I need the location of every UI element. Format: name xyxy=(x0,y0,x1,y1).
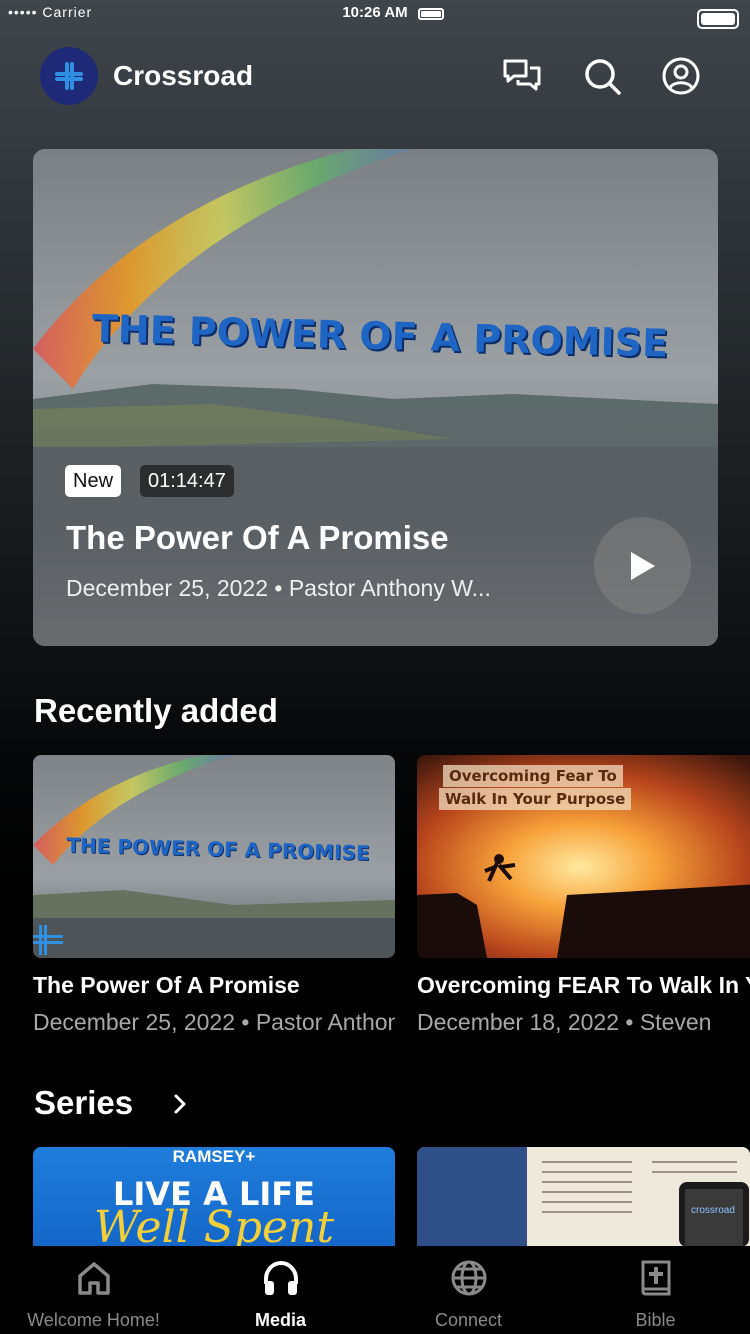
battery-icon-large xyxy=(697,9,739,29)
tab-label: Bible xyxy=(635,1310,676,1330)
recent-item-meta: December 25, 2022 • Pastor Anthony W xyxy=(33,1009,395,1035)
series-item[interactable]: RAMSEY+ LIVE A LIFE Well Spent xyxy=(33,1147,395,1247)
series-item[interactable]: crossroad xyxy=(417,1147,750,1247)
series-item-line2: Well Spent xyxy=(93,1202,335,1247)
featured-meta: December 25, 2022 • Pastor Anthony W... xyxy=(66,575,491,601)
series-item-brand: crossroad xyxy=(691,1205,735,1216)
app-logo[interactable] xyxy=(40,47,98,105)
home-icon xyxy=(78,1262,110,1295)
headphones-icon xyxy=(264,1260,298,1295)
tab-bar: Welcome Home! Media Connect Bible xyxy=(0,1246,750,1334)
recent-item-thumbnail: THE POWER OF A PROMISE xyxy=(33,755,395,958)
tab-bible[interactable]: Bible xyxy=(562,1246,749,1334)
recently-added-heading: Recently added xyxy=(34,692,278,729)
tab-welcome-home[interactable]: Welcome Home! xyxy=(0,1246,187,1334)
featured-sermon-card[interactable]: THE POWER OF A PROMISE New 01:14:47 The … xyxy=(33,149,718,646)
recent-item-artwork-line2: Walk In Your Purpose xyxy=(439,788,632,810)
battery-icon xyxy=(418,8,444,20)
recent-item[interactable]: THE POWER OF A PROMISE The Power Of A Pr… xyxy=(33,755,395,1036)
tab-media[interactable]: Media xyxy=(187,1246,374,1334)
series-heading[interactable]: Series xyxy=(34,1084,133,1122)
status-bar: ••••• Carrier 10:26 AM xyxy=(0,0,750,30)
messages-icon[interactable] xyxy=(502,56,542,96)
tab-connect[interactable]: Connect xyxy=(375,1246,562,1334)
tab-label: Connect xyxy=(434,1310,503,1330)
recent-item-title: Overcoming FEAR To Walk In Your Purpose xyxy=(417,972,750,998)
tab-label: Media xyxy=(254,1310,306,1330)
recent-item-thumbnail: Overcoming Fear To Walk In Your Purpose xyxy=(417,755,750,958)
duration-badge: 01:14:47 xyxy=(140,465,234,497)
recent-item-meta: December 18, 2022 • Steven xyxy=(417,1009,712,1035)
featured-title: The Power Of A Promise xyxy=(66,519,449,556)
recent-item[interactable]: Overcoming Fear To Walk In Your Purpose … xyxy=(417,755,750,1036)
tab-label: Welcome Home! xyxy=(27,1310,160,1330)
series-item-brand: RAMSEY+ xyxy=(172,1147,256,1166)
play-icon xyxy=(631,552,655,580)
recent-item-title: The Power Of A Promise xyxy=(33,972,300,998)
series-item-artwork xyxy=(417,1147,750,1247)
account-icon[interactable] xyxy=(661,56,701,96)
app-title: Crossroad xyxy=(113,60,254,91)
recent-item-artwork-line1: Overcoming Fear To xyxy=(443,765,623,787)
bible-icon xyxy=(641,1260,671,1296)
search-icon[interactable] xyxy=(582,56,622,96)
app-header: Crossroad xyxy=(0,44,750,108)
play-button[interactable] xyxy=(594,517,691,614)
globe-icon xyxy=(451,1260,487,1296)
status-time: 10:26 AM xyxy=(342,4,408,21)
chevron-right-icon[interactable] xyxy=(170,1090,192,1118)
crossroad-logo-icon xyxy=(55,62,83,90)
new-badge: New xyxy=(65,465,122,497)
